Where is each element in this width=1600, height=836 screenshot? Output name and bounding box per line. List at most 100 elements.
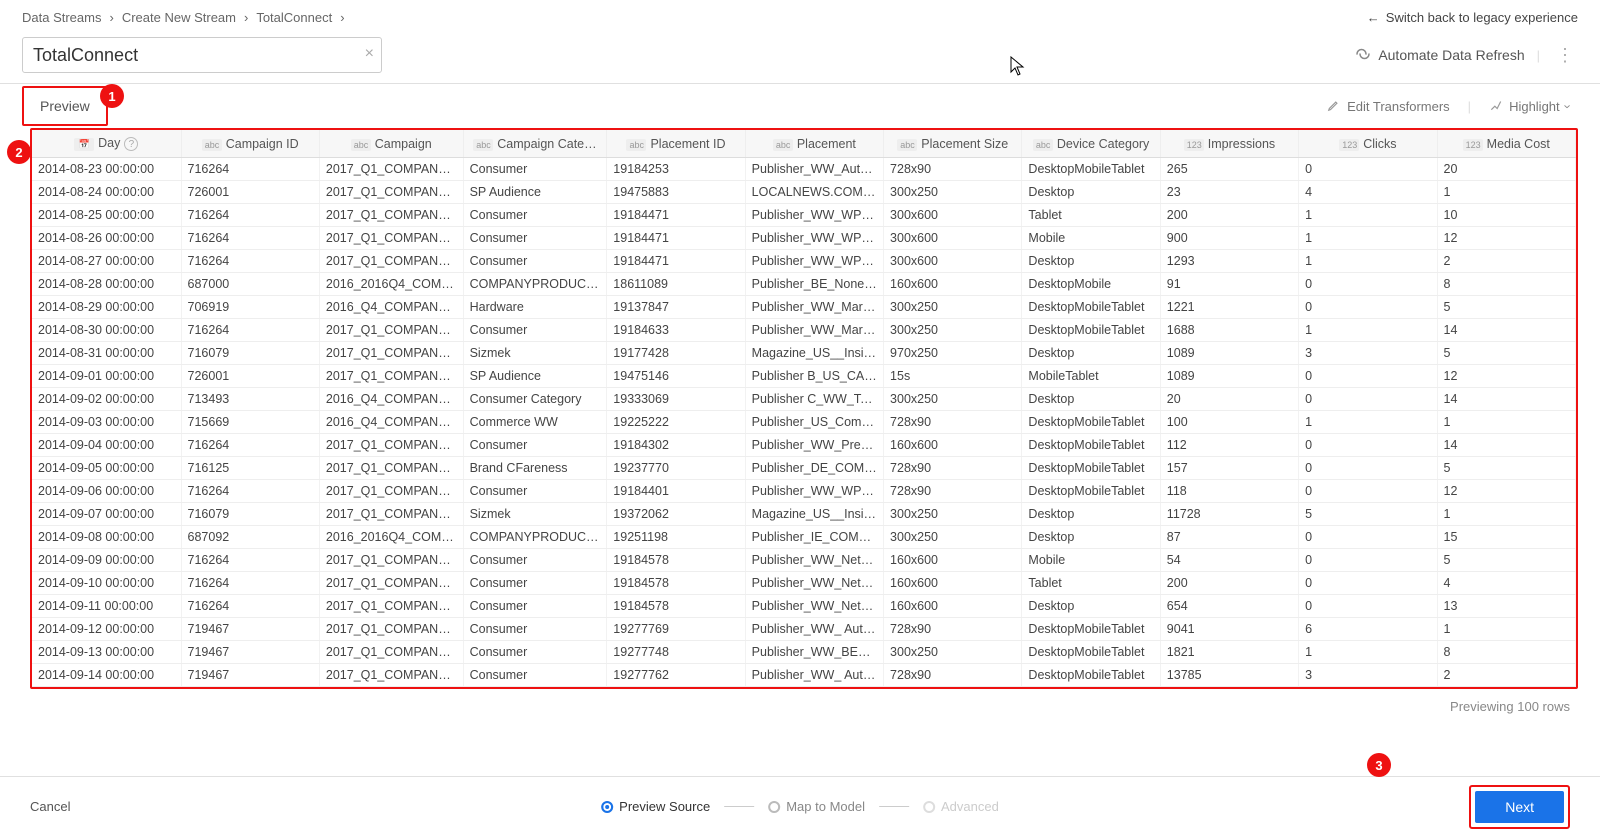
table-cell: Publisher_WW_Networl — [745, 572, 883, 595]
table-cell: Publisher_WW_Networl — [745, 595, 883, 618]
table-cell: 1089 — [1160, 365, 1298, 388]
table-cell: 2014-09-09 00:00:00 — [32, 549, 181, 572]
table-cell: 3 — [1299, 342, 1437, 365]
table-cell: Consumer — [463, 204, 607, 227]
table-cell: 2017_Q1_COMPANYNA — [319, 618, 463, 641]
table-cell: 2014-09-11 00:00:00 — [32, 595, 181, 618]
table-cell: 1821 — [1160, 641, 1298, 664]
table-cell: 19333069 — [607, 388, 745, 411]
table-row[interactable]: 2014-08-25 00:00:007162642017_Q1_COMPANY… — [32, 204, 1576, 227]
column-header[interactable]: abcPlacement ID — [607, 130, 745, 158]
table-cell: 19184253 — [607, 158, 745, 181]
column-header-label: Media Cost — [1487, 137, 1550, 151]
step-dot-icon — [923, 801, 935, 813]
column-header[interactable]: 123Media Cost — [1437, 130, 1575, 158]
table-cell: 112 — [1160, 434, 1298, 457]
tab-preview[interactable]: Preview — [22, 86, 108, 126]
table-cell: Publisher_WW_WPP_Re — [745, 204, 883, 227]
table-row[interactable]: 2014-08-28 00:00:006870002016_2016Q4_COM… — [32, 273, 1576, 296]
table-cell: 728x90 — [884, 158, 1022, 181]
column-header[interactable]: 123Clicks — [1299, 130, 1437, 158]
column-header[interactable]: 📅Day? — [32, 130, 181, 158]
highlight-button[interactable]: Highlight › — [1481, 94, 1578, 119]
help-icon[interactable]: ? — [124, 137, 138, 151]
table-row[interactable]: 2014-08-23 00:00:007162642017_Q1_COMPANY… — [32, 158, 1576, 181]
table-row[interactable]: 2014-08-29 00:00:007069192016_Q4_COMPANY… — [32, 296, 1576, 319]
table-row[interactable]: 2014-09-06 00:00:007162642017_Q1_COMPANY… — [32, 480, 1576, 503]
table-cell: 9041 — [1160, 618, 1298, 641]
table-cell: Publisher B_US_CA_Aud — [745, 365, 883, 388]
edit-transformers-label: Edit Transformers — [1347, 99, 1450, 114]
table-cell: 23 — [1160, 181, 1298, 204]
step-preview-source[interactable]: Preview Source — [601, 799, 710, 814]
column-header-label: Campaign Cate… — [497, 137, 596, 151]
table-cell: Publisher_WW_Automo — [745, 158, 883, 181]
table-row[interactable]: 2014-09-01 00:00:007260012017_Q1_COMPANY… — [32, 365, 1576, 388]
step-advanced[interactable]: Advanced — [923, 799, 999, 814]
table-cell: Consumer — [463, 595, 607, 618]
chevron-right-icon: › — [340, 10, 344, 25]
column-header[interactable]: abcCampaign ID — [181, 130, 319, 158]
table-cell: Publisher_WW_WPP_Re — [745, 227, 883, 250]
table-cell: 5 — [1437, 342, 1575, 365]
column-header[interactable]: abcDevice Category — [1022, 130, 1160, 158]
table-row[interactable]: 2014-09-13 00:00:007194672017_Q1_COMPANY… — [32, 641, 1576, 664]
table-cell: 200 — [1160, 204, 1298, 227]
table-row[interactable]: 2014-09-08 00:00:006870922016_2016Q4_COM… — [32, 526, 1576, 549]
table-cell: 706919 — [181, 296, 319, 319]
table-row[interactable]: 2014-08-31 00:00:007160792017_Q1_COMPANY… — [32, 342, 1576, 365]
column-header[interactable]: abcPlacement — [745, 130, 883, 158]
cancel-button[interactable]: Cancel — [30, 799, 70, 814]
table-row[interactable]: 2014-09-03 00:00:007156692016_Q4_COMPANY… — [32, 411, 1576, 434]
table-row[interactable]: 2014-09-05 00:00:007161252017_Q1_COMPANY… — [32, 457, 1576, 480]
table-cell: 1293 — [1160, 250, 1298, 273]
table-cell: 2014-09-03 00:00:00 — [32, 411, 181, 434]
edit-transformers-button[interactable]: Edit Transformers — [1319, 94, 1458, 119]
table-row[interactable]: 2014-09-07 00:00:007160792017_Q1_COMPANY… — [32, 503, 1576, 526]
crumb-data-streams[interactable]: Data Streams — [22, 10, 101, 25]
table-cell: 4 — [1437, 572, 1575, 595]
automate-data-refresh-button[interactable]: Automate Data Refresh — [1354, 47, 1524, 64]
table-cell: 2014-08-26 00:00:00 — [32, 227, 181, 250]
column-header[interactable]: abc Placement Size — [884, 130, 1022, 158]
table-cell: 716264 — [181, 158, 319, 181]
table-row[interactable]: 2014-08-24 00:00:007260012017_Q1_COMPANY… — [32, 181, 1576, 204]
table-row[interactable]: 2014-08-30 00:00:007162642017_Q1_COMPANY… — [32, 319, 1576, 342]
table-cell: Hardware — [463, 296, 607, 319]
table-cell: 2017_Q1_COMPANYNA — [319, 181, 463, 204]
stream-name-input[interactable] — [22, 37, 382, 73]
table-row[interactable]: 2014-09-10 00:00:007162642017_Q1_COMPANY… — [32, 572, 1576, 595]
column-header[interactable]: abcCampaign — [319, 130, 463, 158]
table-cell: 2016_2016Q4_COMPAN — [319, 273, 463, 296]
table-row[interactable]: 2014-09-04 00:00:007162642017_Q1_COMPANY… — [32, 434, 1576, 457]
step-map-to-model[interactable]: Map to Model — [768, 799, 865, 814]
column-header[interactable]: abcCampaign Cate… — [463, 130, 607, 158]
table-cell: 300x250 — [884, 526, 1022, 549]
table-cell: 2014-09-08 00:00:00 — [32, 526, 181, 549]
text-type-icon: abc — [897, 139, 917, 151]
clear-icon[interactable]: × — [365, 45, 374, 63]
table-cell: Consumer — [463, 250, 607, 273]
table-cell: Tablet — [1022, 204, 1160, 227]
table-cell: 2017_Q1_COMPANYNA — [319, 572, 463, 595]
table-row[interactable]: 2014-09-11 00:00:007162642017_Q1_COMPANY… — [32, 595, 1576, 618]
table-row[interactable]: 2014-08-27 00:00:007162642017_Q1_COMPANY… — [32, 250, 1576, 273]
step-preview-label: Preview Source — [619, 799, 710, 814]
crumb-totalconnect[interactable]: TotalConnect — [256, 10, 332, 25]
next-button[interactable]: Next — [1475, 791, 1564, 823]
table-row[interactable]: 2014-09-14 00:00:007194672017_Q1_COMPANY… — [32, 664, 1576, 687]
more-menu-icon[interactable]: ⋮ — [1552, 45, 1578, 66]
switch-legacy-link[interactable]: ← Switch back to legacy experience — [1367, 10, 1578, 25]
table-cell: DesktopMobileTablet — [1022, 641, 1160, 664]
table-cell: 6 — [1299, 618, 1437, 641]
column-header-label: Impressions — [1208, 137, 1275, 151]
table-cell: 2014-08-27 00:00:00 — [32, 250, 181, 273]
table-cell: 300x250 — [884, 503, 1022, 526]
table-row[interactable]: 2014-08-26 00:00:007162642017_Q1_COMPANY… — [32, 227, 1576, 250]
column-header[interactable]: 123Impressions — [1160, 130, 1298, 158]
table-row[interactable]: 2014-09-09 00:00:007162642017_Q1_COMPANY… — [32, 549, 1576, 572]
table-row[interactable]: 2014-09-12 00:00:007194672017_Q1_COMPANY… — [32, 618, 1576, 641]
column-header-label: Placement Size — [921, 137, 1008, 151]
crumb-create-stream[interactable]: Create New Stream — [122, 10, 236, 25]
table-row[interactable]: 2014-09-02 00:00:007134932016_Q4_COMPANY… — [32, 388, 1576, 411]
